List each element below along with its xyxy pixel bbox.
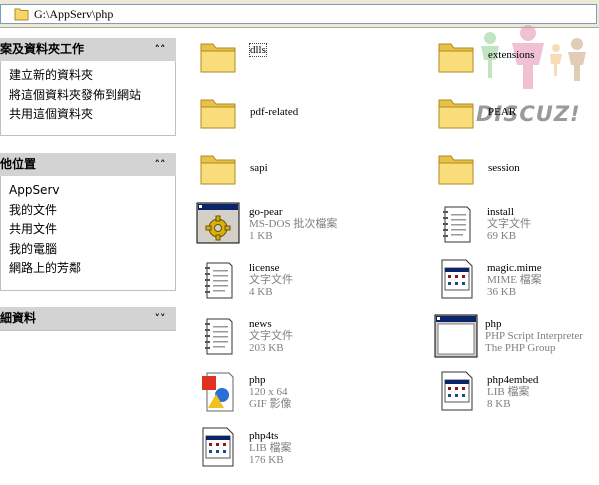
image-dimensions: 120 x 64: [249, 386, 288, 398]
file-size: 8 KB: [487, 398, 511, 410]
file-name: php: [485, 318, 502, 330]
generic-file-icon: [441, 371, 473, 411]
file-name: magic.mime: [487, 262, 542, 274]
file-size: 36 KB: [487, 286, 517, 298]
file-tasks-header[interactable]: 案及資料夾工作 ˄˄: [0, 38, 176, 61]
file-description: PHP Script Interpreter: [485, 330, 583, 342]
file-size: 1 KB: [249, 230, 273, 242]
file-size: 176 KB: [249, 454, 284, 466]
file-tasks-body: 建立新的資料夾 將這個資料夾發佈到網站 共用這個資料夾: [0, 61, 176, 136]
details-title: 細資料: [0, 311, 37, 325]
file-size: 203 KB: [249, 342, 284, 354]
file-name: PEAR: [488, 106, 517, 118]
folder-icon: [200, 155, 236, 185]
address-field[interactable]: G:\AppServ\php: [0, 4, 597, 24]
file-type: 文字文件: [249, 274, 293, 286]
place-appserv[interactable]: AppServ: [1, 181, 175, 201]
file-type: MIME 檔案: [487, 274, 542, 286]
file-name: license: [249, 262, 280, 274]
text-document-icon: [443, 206, 471, 243]
folder-icon: [438, 43, 474, 73]
task-pane: 案及資料夾工作 ˄˄ 建立新的資料夾 將這個資料夾發佈到網站 共用這個資料夾 他…: [0, 28, 185, 485]
people-logo-icon: [481, 25, 586, 89]
chevron-up-icon[interactable]: ˄˄: [152, 38, 168, 61]
task-new-folder[interactable]: 建立新的資料夾: [1, 66, 175, 86]
file-company: The PHP Group: [485, 342, 556, 354]
file-name: extensions: [488, 49, 535, 61]
task-publish-folder[interactable]: 將這個資料夾發佈到網站: [1, 86, 175, 106]
file-type: LIB 檔案: [249, 442, 292, 454]
place-my-computer[interactable]: 我的電腦: [1, 240, 175, 260]
folder-icon: [200, 99, 236, 129]
task-share-folder[interactable]: 共用這個資料夾: [1, 105, 175, 125]
file-type: LIB 檔案: [487, 386, 530, 398]
gif-image-icon: [202, 372, 234, 412]
batch-file-gear-icon: [196, 202, 240, 244]
file-name: news: [249, 318, 272, 330]
place-my-documents[interactable]: 我的文件: [1, 201, 175, 221]
other-places-body: AppServ 我的文件 共用文件 我的電腦 網路上的芳鄰: [0, 176, 176, 291]
folder-icon: [200, 43, 236, 73]
file-name: pdf-related: [250, 106, 299, 118]
file-name: php4embed: [487, 374, 539, 386]
folder-icon: [438, 155, 474, 185]
place-shared-documents[interactable]: 共用文件: [1, 220, 175, 240]
file-name: install: [487, 206, 514, 218]
chevron-down-icon[interactable]: ˅˅: [152, 307, 168, 330]
chevron-up-icon[interactable]: ˄˄: [152, 153, 168, 176]
place-network[interactable]: 網路上的芳鄰: [1, 259, 175, 279]
details-header[interactable]: 細資料 ˅˅: [0, 307, 176, 331]
text-document-icon: [205, 262, 233, 299]
file-name: php4ts: [249, 430, 279, 442]
file-type: 文字文件: [249, 330, 293, 342]
file-size: 69 KB: [487, 230, 517, 242]
folder-icon: [438, 99, 474, 129]
file-name: dlls: [249, 43, 267, 57]
details-panel: 細資料 ˅˅: [0, 307, 176, 331]
file-type: 文字文件: [487, 218, 531, 230]
other-places-title: 他位置: [0, 157, 37, 171]
folder-icon: [14, 8, 29, 21]
application-window-icon: [434, 314, 478, 358]
file-name: go-pear: [249, 206, 283, 218]
file-type: MS-DOS 批次檔案: [249, 218, 338, 230]
address-path: G:\AppServ\php: [34, 7, 114, 21]
file-name: session: [488, 162, 520, 174]
file-name: php: [249, 374, 266, 386]
file-name: sapi: [250, 162, 268, 174]
file-tasks-title: 案及資料夾工作: [0, 42, 85, 56]
text-document-icon: [205, 318, 233, 355]
other-places-header[interactable]: 他位置 ˄˄: [0, 153, 176, 176]
other-places-panel: 他位置 ˄˄ AppServ 我的文件 共用文件 我的電腦 網路上的芳鄰: [0, 153, 176, 291]
generic-file-icon: [441, 259, 473, 299]
file-tasks-panel: 案及資料夾工作 ˄˄ 建立新的資料夾 將這個資料夾發佈到網站 共用這個資料夾: [0, 38, 176, 136]
generic-file-icon: [202, 427, 234, 467]
file-type: GIF 影像: [249, 398, 292, 410]
file-size: 4 KB: [249, 286, 273, 298]
